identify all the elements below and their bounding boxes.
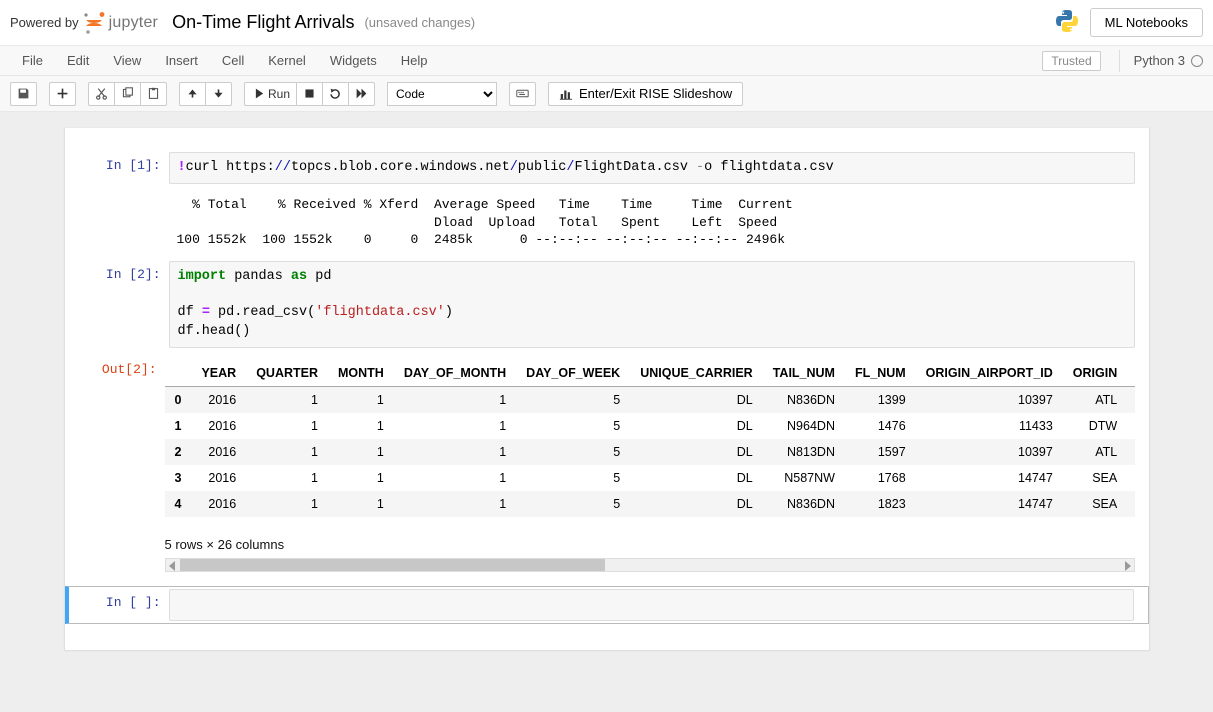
dataframe-table: YEARQUARTERMONTHDAY_OF_MONTHDAY_OF_WEEKU… xyxy=(165,360,1135,517)
interrupt-button[interactable] xyxy=(296,82,323,106)
move-up-button[interactable] xyxy=(179,82,206,106)
python-logo-icon xyxy=(1054,8,1080,37)
df-column-header: ORIGIN_AIRPORT_ID xyxy=(916,360,1063,387)
menu-file[interactable]: File xyxy=(10,49,55,72)
kernel-idle-icon xyxy=(1191,55,1203,67)
add-cell-button[interactable] xyxy=(49,82,76,106)
bar-chart-icon xyxy=(559,87,573,101)
code-input[interactable]: import pandas as pd df = pd.read_csv('fl… xyxy=(169,261,1135,348)
menu-view[interactable]: View xyxy=(101,49,153,72)
save-status: (unsaved changes) xyxy=(364,15,475,30)
run-button[interactable]: Run xyxy=(244,82,297,106)
dataframe-shape: 5 rows × 26 columns xyxy=(165,531,1135,556)
toolbar: Run Code Markdown Raw NBConvert Heading … xyxy=(0,76,1213,112)
input-prompt: In [1]: xyxy=(69,152,169,184)
df-column-header: ORIGIN xyxy=(1063,360,1127,387)
code-cell[interactable]: In [1]: !curl https://topcs.blob.core.wi… xyxy=(65,150,1149,186)
output-cell: % Total % Received % Xferd Average Speed… xyxy=(65,186,1149,253)
table-row: 120161115DLN964DN147611433DTW... xyxy=(165,413,1135,439)
powered-by-label: Powered by xyxy=(10,15,79,30)
dataframe-output: YEARQUARTERMONTHDAY_OF_MONTHDAY_OF_WEEKU… xyxy=(165,356,1135,531)
df-column-header: QUARTER xyxy=(246,360,328,387)
code-cell[interactable]: In [2]: import pandas as pd df = pd.read… xyxy=(65,259,1149,350)
restart-button[interactable] xyxy=(322,82,349,106)
df-column-header: UNIQUE_CARRIER xyxy=(630,360,763,387)
hub-button[interactable]: ML Notebooks xyxy=(1090,8,1203,37)
notebook-title[interactable]: On-Time Flight Arrivals xyxy=(172,12,354,33)
paste-button[interactable] xyxy=(140,82,167,106)
output-row: Out[2]: YEARQUARTERMONTHDAY_OF_MONTHDAY_… xyxy=(65,356,1149,572)
df-column-header: MONTH xyxy=(328,360,394,387)
menu-cell[interactable]: Cell xyxy=(210,49,256,72)
df-column-header: ... xyxy=(1127,360,1134,387)
cut-button[interactable] xyxy=(88,82,115,106)
df-column-header: YEAR xyxy=(191,360,246,387)
table-row: 020161115DLN836DN139910397ATL... xyxy=(165,386,1135,413)
command-palette-button[interactable] xyxy=(509,82,536,106)
trusted-indicator[interactable]: Trusted xyxy=(1042,51,1100,71)
notebook-header: Powered by jupyter On-Time Flight Arriva… xyxy=(0,0,1213,46)
scroll-left-icon xyxy=(169,561,175,571)
move-down-button[interactable] xyxy=(205,82,232,106)
copy-button[interactable] xyxy=(114,82,141,106)
rise-slideshow-button[interactable]: Enter/Exit RISE Slideshow xyxy=(548,82,743,106)
input-prompt: In [2]: xyxy=(69,261,169,348)
scroll-right-icon xyxy=(1125,561,1131,571)
df-column-header: DAY_OF_MONTH xyxy=(394,360,516,387)
df-column-header: FL_NUM xyxy=(845,360,916,387)
output-prompt: Out[2]: xyxy=(65,356,165,572)
jupyter-logo[interactable]: jupyter xyxy=(81,10,158,36)
stdout-output: % Total % Received % Xferd Average Speed… xyxy=(169,188,1135,251)
table-row: 220161115DLN813DN159710397ATL... xyxy=(165,439,1135,465)
df-column-header xyxy=(165,360,192,387)
jupyter-icon xyxy=(81,10,107,36)
code-input[interactable] xyxy=(169,589,1134,621)
table-row: 320161115DLN587NW176814747SEA... xyxy=(165,465,1135,491)
kernel-indicator[interactable]: Python 3 xyxy=(1119,50,1203,72)
cell-type-select[interactable]: Code Markdown Raw NBConvert Heading xyxy=(387,82,497,106)
menu-edit[interactable]: Edit xyxy=(55,49,101,72)
scrollbar-thumb[interactable] xyxy=(180,559,606,571)
horizontal-scrollbar[interactable] xyxy=(165,558,1135,572)
menu-insert[interactable]: Insert xyxy=(153,49,210,72)
menu-kernel[interactable]: Kernel xyxy=(256,49,318,72)
df-column-header: TAIL_NUM xyxy=(763,360,845,387)
save-button[interactable] xyxy=(10,82,37,106)
menu-help[interactable]: Help xyxy=(389,49,440,72)
df-column-header: DAY_OF_WEEK xyxy=(516,360,630,387)
restart-run-all-button[interactable] xyxy=(348,82,375,106)
notebook-container: In [1]: !curl https://topcs.blob.core.wi… xyxy=(0,112,1213,712)
input-prompt: In [ ]: xyxy=(69,589,169,621)
menu-widgets[interactable]: Widgets xyxy=(318,49,389,72)
code-input[interactable]: !curl https://topcs.blob.core.windows.ne… xyxy=(169,152,1135,184)
code-cell-selected[interactable]: In [ ]: xyxy=(65,586,1149,624)
table-row: 420161115DLN836DN182314747SEA... xyxy=(165,491,1135,517)
menubar: File Edit View Insert Cell Kernel Widget… xyxy=(0,46,1213,76)
notebook: In [1]: !curl https://topcs.blob.core.wi… xyxy=(64,128,1150,651)
